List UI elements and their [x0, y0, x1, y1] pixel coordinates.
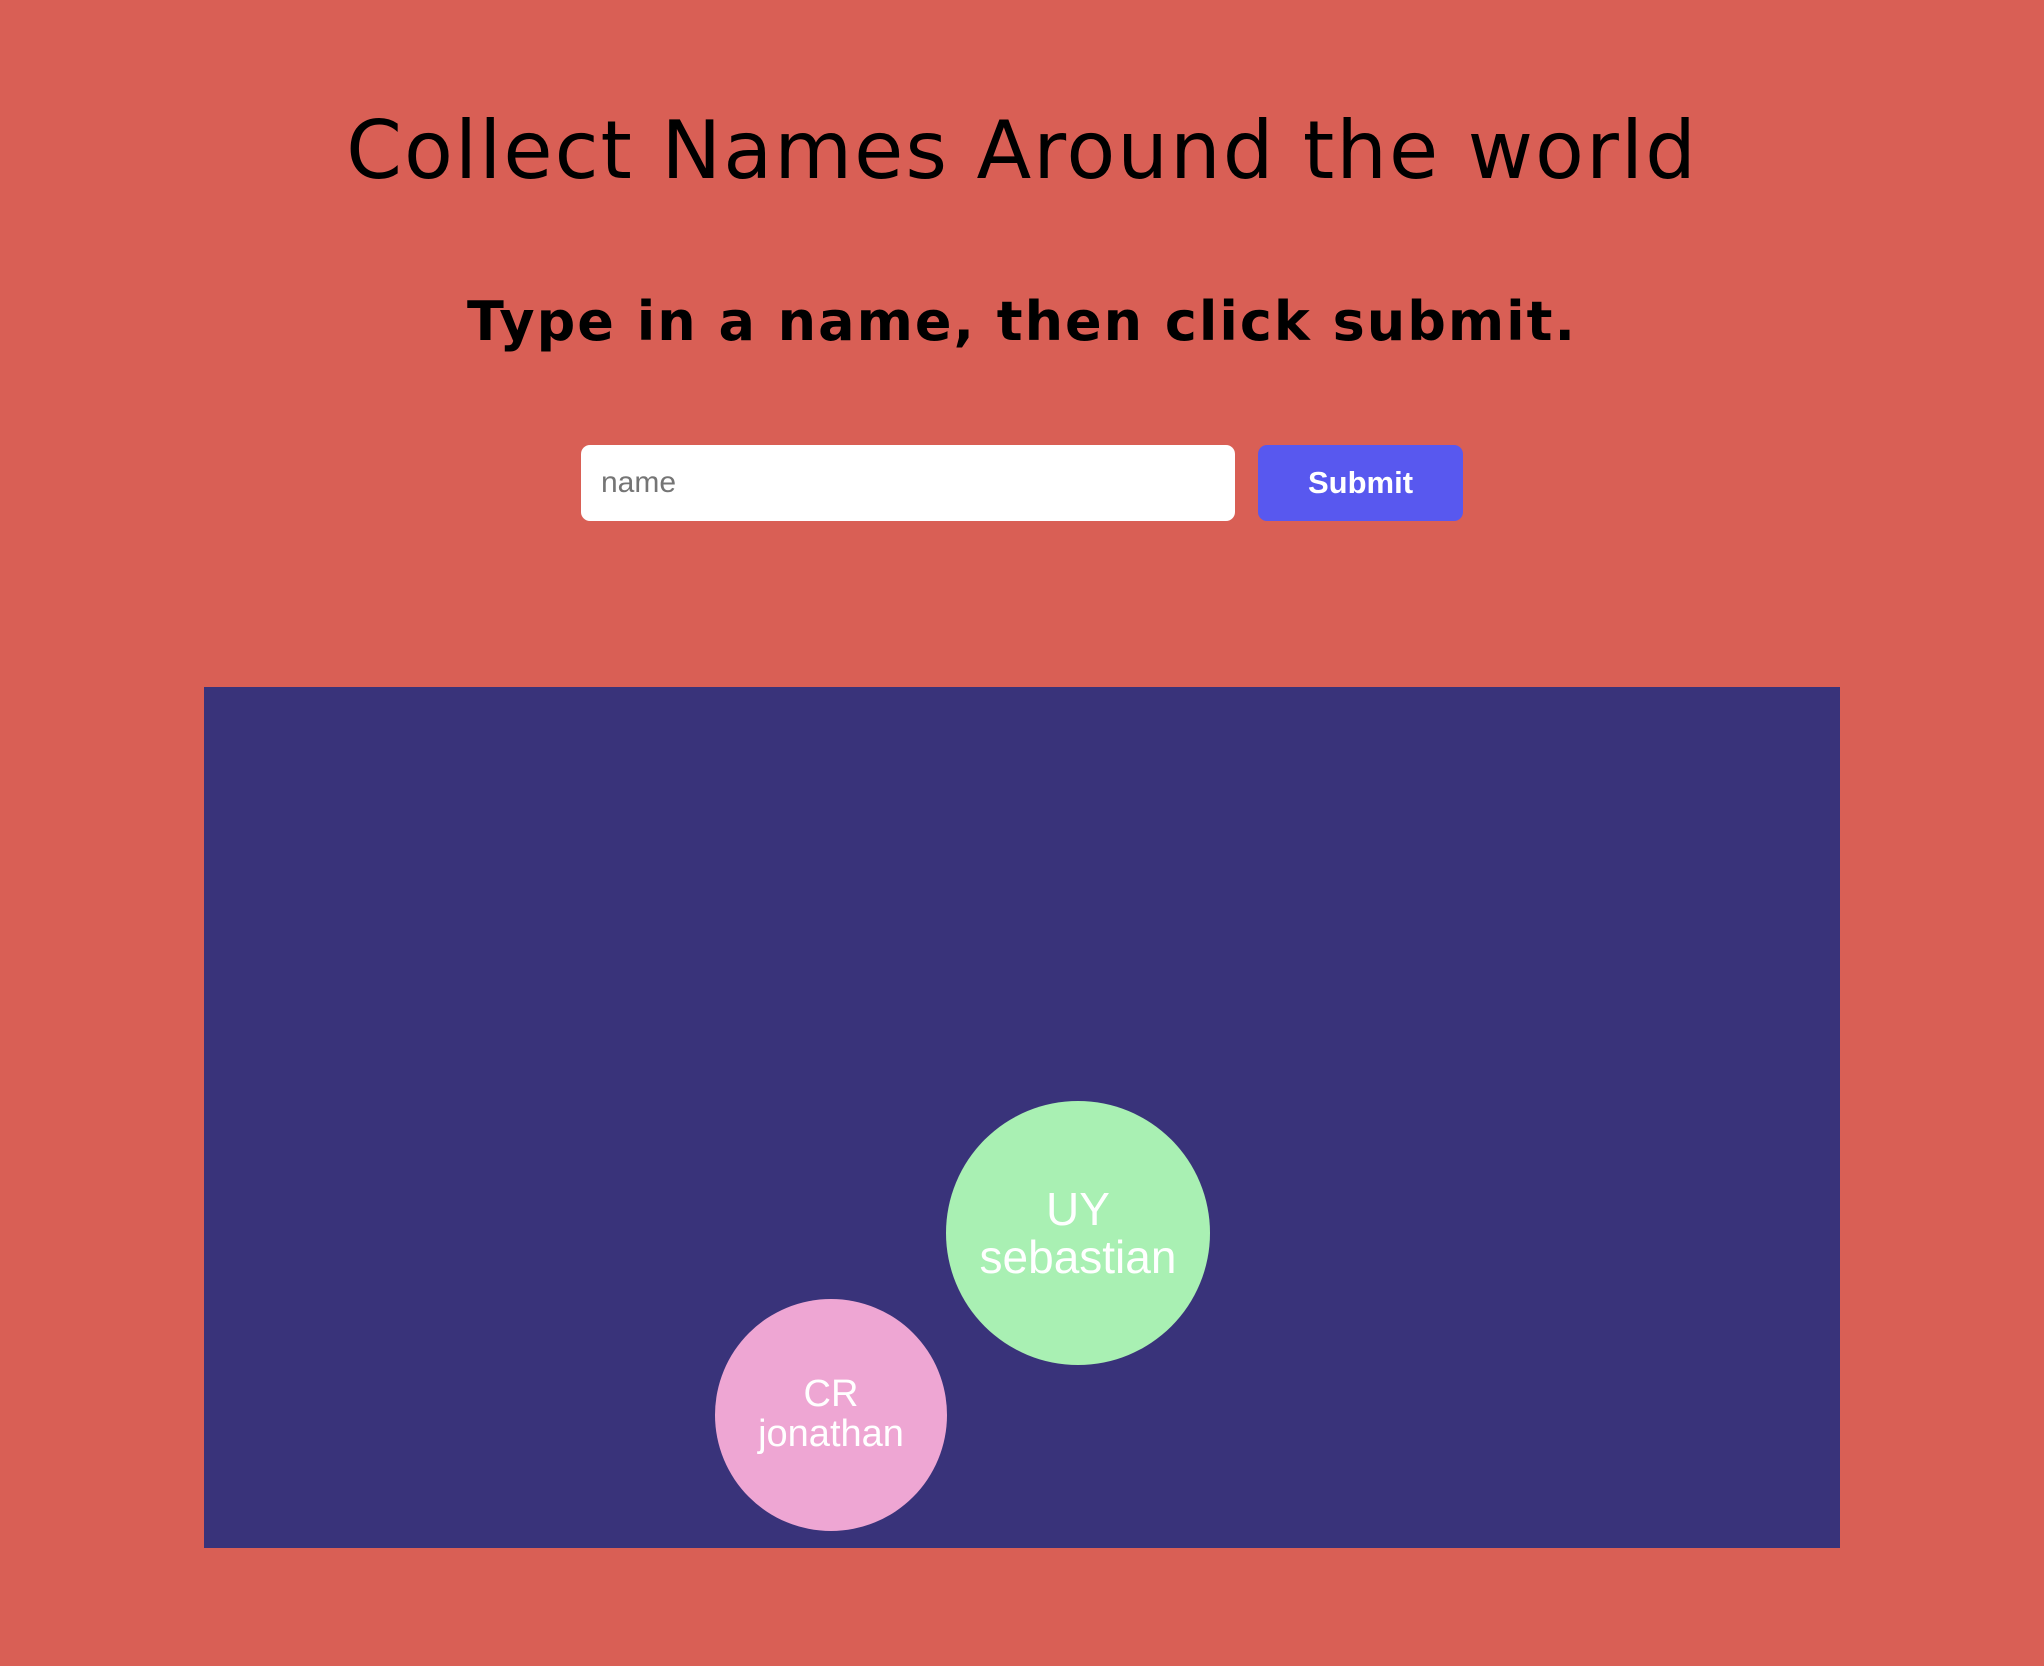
page-title: Collect Names Around the world	[346, 104, 1698, 197]
names-canvas: UY sebastian CR jonathan	[204, 687, 1840, 1548]
page: Collect Names Around the world Type in a…	[0, 0, 2044, 1666]
name-bubble: UY sebastian	[946, 1101, 1210, 1365]
submit-button[interactable]: Submit	[1258, 445, 1463, 521]
page-subtitle: Type in a name, then click submit.	[466, 290, 1577, 353]
bubble-name: sebastian	[979, 1231, 1177, 1283]
name-input[interactable]	[581, 445, 1235, 521]
bubble-name: jonathan	[758, 1413, 904, 1455]
bubble-country-code: CR	[803, 1373, 859, 1416]
name-bubble: CR jonathan	[715, 1299, 947, 1531]
bubble-country-code: UY	[1046, 1182, 1110, 1235]
